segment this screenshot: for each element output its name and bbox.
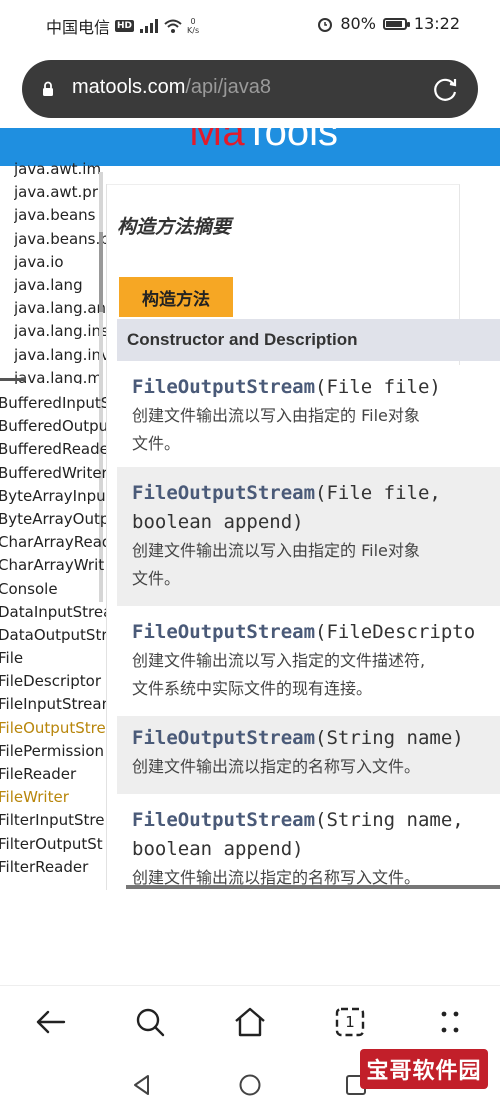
class-item[interactable]: Console <box>0 578 106 601</box>
package-item[interactable]: java.lang <box>14 274 106 297</box>
constructor-params: (String name) <box>315 727 464 749</box>
clock: 13:22 <box>413 14 460 33</box>
tab-count: 1 <box>345 1013 355 1031</box>
table-row: FileOutputStream(FileDescripto 创建文件输出流以写… <box>117 606 500 712</box>
class-item-active[interactable]: FileOutputStre <box>0 717 106 740</box>
class-item[interactable]: BufferedInputS <box>0 392 106 415</box>
constructor-signature: FileOutputStream(FileDescripto <box>132 618 500 647</box>
constructor-params-cont: boolean append) <box>132 511 304 533</box>
class-item[interactable]: BufferedReade <box>0 438 106 461</box>
constructor-link[interactable]: FileOutputStream <box>132 482 315 504</box>
constructor-desc: 创建文件输出流以写入由指定的 File对象 <box>132 541 420 560</box>
tab-constructors[interactable]: 构造方法 <box>119 277 233 317</box>
frame-divider[interactable] <box>0 378 26 381</box>
left-scrollbar-thumb[interactable] <box>99 232 103 312</box>
constructor-link[interactable]: FileOutputStream <box>132 809 315 831</box>
constructor-link[interactable]: FileOutputStream <box>132 727 315 749</box>
class-item[interactable]: DataInputStrea <box>0 601 106 624</box>
class-item[interactable]: FilterReader <box>0 856 106 879</box>
constructor-params: (File file) <box>315 376 441 398</box>
table-row: FileOutputStream(String name, boolean ap… <box>117 794 500 890</box>
class-item[interactable]: FileDescriptor <box>0 670 106 693</box>
alarm-icon <box>318 17 333 32</box>
system-back-icon[interactable] <box>130 1073 154 1097</box>
class-item[interactable]: BufferedWriter <box>0 462 106 485</box>
class-item[interactable]: FilterOutputSt <box>0 833 106 856</box>
section-title: 构造方法摘要 <box>117 216 232 238</box>
carrier-name: 中国电信 <box>46 18 111 37</box>
class-item[interactable]: FileReader <box>0 763 106 786</box>
package-item[interactable]: java.lang.an <box>14 297 106 320</box>
battery-icon <box>382 17 410 30</box>
lock-icon <box>43 81 53 96</box>
brand-tools: Tools <box>244 128 338 154</box>
table-header: Constructor and Description <box>117 319 500 361</box>
constructor-signature: FileOutputStream(String name, <box>132 806 500 835</box>
class-item[interactable]: CharArrayWrit <box>0 554 106 577</box>
class-item[interactable]: FilterInputStre <box>0 809 106 832</box>
constructor-desc: 创建文件输出流以写入由指定的 File对象 <box>132 406 420 425</box>
address-bar[interactable]: matools.com/api/java8 <box>22 60 478 118</box>
url-host: matools.com <box>72 76 186 98</box>
constructor-link[interactable]: FileOutputStream <box>132 621 315 643</box>
package-item[interactable]: java.lang.inv <box>14 344 106 367</box>
reload-icon[interactable] <box>432 75 460 103</box>
package-item[interactable]: java.lang.ins <box>14 320 106 343</box>
constructor-params: (String name, <box>315 809 464 831</box>
back-arrow-icon[interactable] <box>32 1004 68 1040</box>
constructor-params: (FileDescripto <box>315 621 476 643</box>
network-speed: 0 K/s <box>187 17 200 35</box>
tabs-button[interactable]: 1 <box>332 1004 368 1040</box>
constructor-signature: FileOutputStream(File file, <box>132 479 500 508</box>
home-icon[interactable] <box>232 1004 268 1040</box>
class-item-visited[interactable]: FileWriter <box>0 786 106 809</box>
constructor-desc-cont: 文件。 <box>132 434 181 453</box>
package-item[interactable]: java.lang.m <box>14 367 106 384</box>
system-home-icon[interactable] <box>238 1073 262 1097</box>
main-scrollbar[interactable] <box>126 885 500 889</box>
constructor-desc-cont: 文件系统中实际文件的现有连接。 <box>132 679 373 698</box>
package-item[interactable]: java.awt.im <box>14 158 106 181</box>
signal-icon <box>140 19 159 33</box>
status-bar: 中国电信 HD 0 K/s 80% 13:22 <box>0 0 500 52</box>
package-list: java.awt.im java.awt.pri java.beans java… <box>14 158 106 384</box>
table-row: FileOutputStream(File file) 创建文件输出流以写入由指… <box>117 361 500 465</box>
watermark-logo: 宝哥软件园 <box>360 1049 488 1089</box>
constructor-signature: FileOutputStream(String name) <box>132 724 500 753</box>
constructor-params-cont: boolean append) <box>132 838 304 860</box>
table-row: FileOutputStream(String name) 创建文件输出流以指定… <box>117 716 500 794</box>
site-logo[interactable]: MaTools <box>189 128 338 155</box>
url-text[interactable]: matools.com/api/java8 <box>72 76 271 99</box>
web-page: MaTools java.awt.im java.awt.pri java.be… <box>0 128 500 890</box>
constructor-params: (File file, <box>315 482 441 504</box>
package-item[interactable]: java.beans <box>14 204 106 227</box>
url-path: /api/java8 <box>185 76 271 98</box>
constructor-desc: 创建文件输出流以指定的名称写入文件。 <box>132 757 421 776</box>
class-item[interactable]: FilePermission <box>0 740 106 763</box>
class-item[interactable]: CharArrayRead <box>0 531 106 554</box>
main-content-frame: 构造方法摘要 构造方法 Constructor and Description … <box>106 184 500 890</box>
package-item[interactable]: java.beans.b <box>14 228 106 251</box>
constructor-desc-cont: 文件。 <box>132 569 181 588</box>
class-item[interactable]: FileInputStrean <box>0 693 106 716</box>
table-row: FileOutputStream(File file, boolean appe… <box>117 467 500 606</box>
class-item[interactable]: BufferedOutpu <box>0 415 106 438</box>
constructor-desc: 创建文件输出流以写入指定的文件描述符, <box>132 651 426 670</box>
search-icon[interactable] <box>132 1004 168 1040</box>
constructor-link[interactable]: FileOutputStream <box>132 376 315 398</box>
brand-ma: Ma <box>189 128 245 154</box>
wifi-icon <box>164 19 182 33</box>
package-item[interactable]: java.awt.pri <box>14 181 106 204</box>
class-list: BufferedInputS BufferedOutpu BufferedRea… <box>0 392 106 888</box>
class-item[interactable]: ByteArrayOutp <box>0 508 106 531</box>
package-item[interactable]: java.io <box>14 251 106 274</box>
constructor-signature: FileOutputStream(File file) <box>132 373 500 402</box>
class-item[interactable]: File <box>0 647 106 670</box>
class-item[interactable]: ByteArrayInput <box>0 485 106 508</box>
menu-dots-icon[interactable] <box>432 1004 468 1040</box>
battery-percent: 80% <box>340 14 376 33</box>
hd-badge: HD <box>115 20 135 32</box>
class-item[interactable]: DataOutputStr <box>0 624 106 647</box>
